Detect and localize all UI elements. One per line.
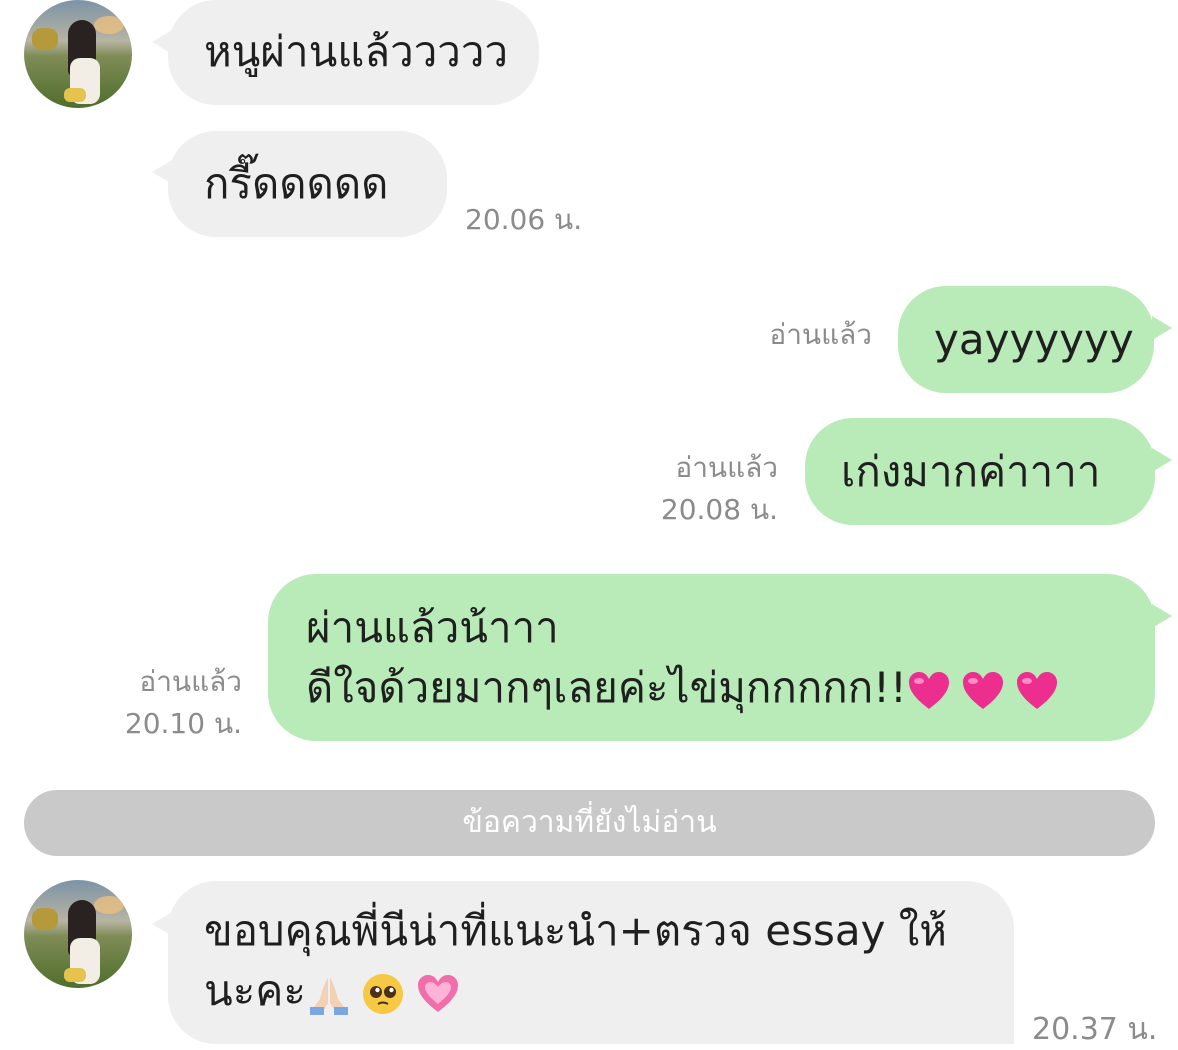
- message-text: yayyyyyy: [934, 315, 1134, 364]
- read-receipt: อ่านแล้ว: [139, 665, 242, 698]
- bubble-tail: [1152, 316, 1172, 340]
- heart-icon: [417, 974, 458, 1012]
- avatar-sun: [94, 16, 124, 34]
- heart-icon: [908, 671, 949, 709]
- heart-icon: [962, 671, 1003, 709]
- message-text-line-2: ดีใจด้วยมากๆเลยค่ะไข่มุกกกกก!!: [306, 658, 1155, 718]
- bubble-tail: [1152, 604, 1172, 628]
- unread-messages-divider: ข้อความที่ยังไม่อ่าน: [24, 790, 1155, 856]
- outgoing-message[interactable]: ผ่านแล้วน้าาา ดีใจด้วยมากๆเลยค่ะไข่มุกกก…: [268, 574, 1155, 741]
- message-timestamp: 20.10 น.: [124, 707, 242, 740]
- bubble-tail: [1152, 448, 1172, 472]
- message-text: ดีใจด้วยมากๆเลยค่ะไข่มุกกกกก!!: [306, 663, 907, 712]
- folded-hands-icon: [309, 976, 348, 1015]
- avatar-tree: [32, 28, 58, 50]
- outgoing-message[interactable]: เก่งมากค่าาาา: [805, 418, 1155, 525]
- outgoing-message[interactable]: yayyyyyy: [898, 286, 1154, 393]
- message-text: เก่งมากค่าาาา: [841, 447, 1101, 496]
- message-text: กรี๊ดดดดด: [204, 159, 389, 208]
- heart-icon: [1016, 671, 1057, 709]
- avatar-skirt: [64, 88, 86, 102]
- incoming-message[interactable]: หนูผ่านแล้ววววว: [168, 0, 539, 105]
- message-text-line-2: นะคะ: [204, 961, 1014, 1021]
- message-text-line-1: ผ่านแล้วน้าาา: [306, 603, 559, 652]
- avatar-tree: [32, 908, 58, 930]
- read-receipt: อ่านแล้ว: [675, 451, 778, 484]
- pleading-face-icon: [362, 973, 403, 1014]
- message-timestamp: 20.37 น.: [1032, 1012, 1158, 1047]
- message-text: หนูผ่านแล้ววววว: [204, 27, 509, 76]
- avatar-sun: [94, 896, 124, 914]
- contact-avatar[interactable]: [24, 880, 132, 988]
- contact-avatar[interactable]: [24, 0, 132, 108]
- incoming-message[interactable]: กรี๊ดดดดด: [168, 131, 447, 237]
- message-text-line-1: ขอบคุณพี่นีน่าที่แนะนำ+ตรวจ essay ให้: [204, 906, 947, 955]
- message-timestamp: 20.08 น.: [660, 493, 778, 526]
- incoming-message[interactable]: ขอบคุณพี่นีน่าที่แนะนำ+ตรวจ essay ให้ นะ…: [168, 881, 1014, 1044]
- avatar-skirt: [64, 968, 86, 982]
- read-receipt: อ่านแล้ว: [769, 318, 872, 351]
- message-timestamp: 20.06 น.: [465, 203, 583, 236]
- message-text: นะคะ: [204, 966, 306, 1015]
